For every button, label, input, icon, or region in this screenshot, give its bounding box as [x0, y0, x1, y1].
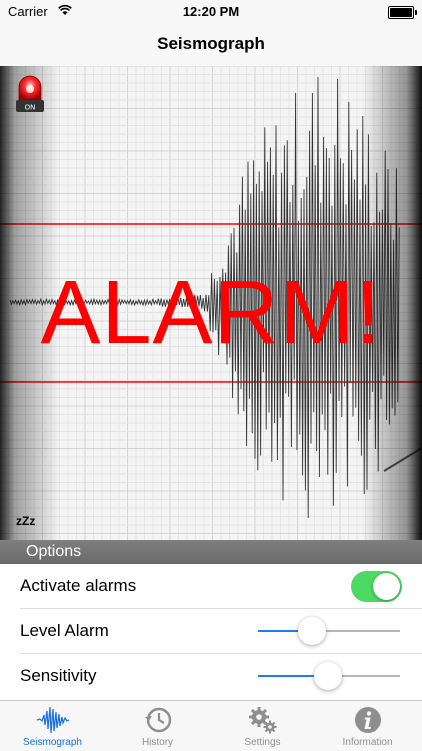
- tab-bar: Seismograph History Settings Information: [0, 700, 422, 751]
- sensitivity-row: Sensitivity: [0, 654, 422, 699]
- page-title: Seismograph: [157, 34, 265, 53]
- tab-history[interactable]: History: [105, 701, 210, 751]
- gears-icon: [248, 707, 276, 734]
- battery-icon: [388, 6, 417, 19]
- options-header-label: Options: [26, 543, 82, 560]
- tab-seismograph[interactable]: Seismograph: [0, 701, 105, 751]
- tab-label: Settings: [244, 737, 281, 748]
- sensitivity-label: Sensitivity: [20, 666, 97, 685]
- sensitivity-slider[interactable]: [258, 662, 400, 690]
- seismograph-view: ALARM!: [0, 66, 422, 540]
- tab-label: Seismograph: [23, 737, 82, 748]
- activate-alarms-row: Activate alarms: [0, 564, 422, 609]
- sleep-icon[interactable]: zZz: [16, 514, 35, 528]
- clock: 12:20 PM: [182, 4, 240, 19]
- slider-thumb[interactable]: [313, 662, 342, 690]
- navigation-bar: Seismograph: [0, 24, 422, 67]
- slider-thumb[interactable]: [297, 617, 326, 645]
- activate-alarms-toggle[interactable]: [351, 571, 402, 602]
- tab-label: History: [141, 737, 174, 748]
- options-header: Options: [0, 540, 422, 564]
- history-icon: [144, 707, 171, 733]
- activate-alarms-label: Activate alarms: [20, 576, 137, 595]
- siren-label: ON: [25, 104, 36, 112]
- level-alarm-label: Level Alarm: [20, 621, 109, 640]
- tab-label: Information: [342, 737, 393, 748]
- status-bar: Carrier 12:20 PM: [0, 0, 422, 24]
- toggle-knob: [373, 573, 400, 600]
- waveform-icon: [36, 706, 69, 734]
- level-alarm-slider[interactable]: [258, 617, 400, 645]
- tab-settings[interactable]: Settings: [210, 701, 315, 751]
- level-alarm-row: Level Alarm: [0, 609, 422, 654]
- info-icon: [354, 707, 381, 733]
- tab-information[interactable]: Information: [315, 701, 420, 751]
- alarm-text: ALARM!: [40, 263, 382, 363]
- siren-icon[interactable]: ON: [14, 72, 46, 116]
